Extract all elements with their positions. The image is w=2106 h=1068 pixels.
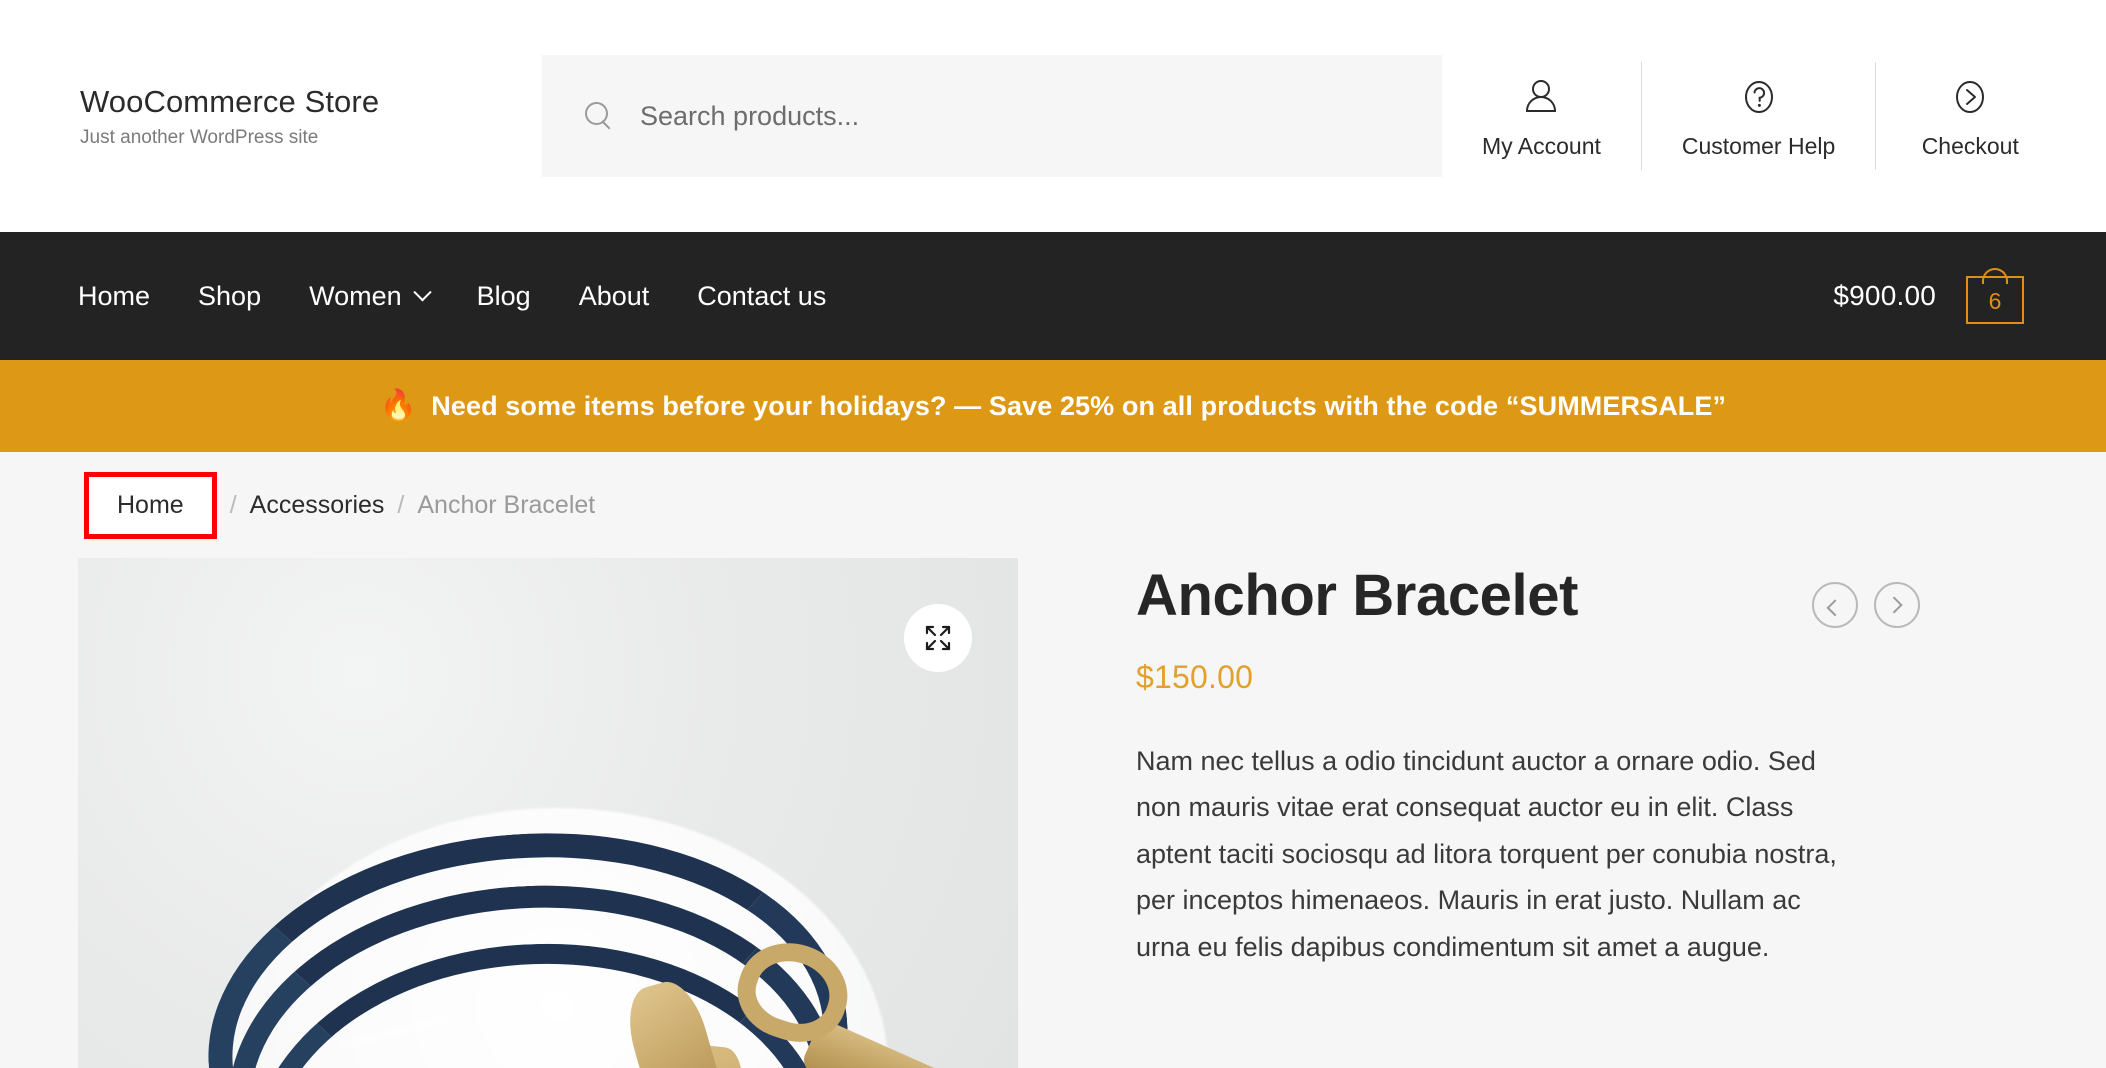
product-short-description: Nam nec tellus a odio tincidunt auctor a… bbox=[1136, 745, 1837, 962]
product-price: $150.00 bbox=[1136, 658, 1254, 695]
nav-item-women[interactable]: Women bbox=[285, 281, 453, 312]
product-gallery[interactable] bbox=[78, 558, 1018, 1068]
header-utility-nav: My Account Customer Help Checkout bbox=[1442, 57, 2064, 175]
nav-item-label: Women bbox=[309, 280, 402, 311]
cart-widget[interactable]: $900.00 6 bbox=[1833, 268, 2028, 324]
nav-item-label: About bbox=[578, 280, 650, 311]
chevron-left-circle-icon[interactable] bbox=[1812, 582, 1858, 628]
product-image[interactable] bbox=[78, 558, 1018, 1068]
product-pagination bbox=[1812, 582, 1920, 628]
chevron-right-circle-icon[interactable] bbox=[1874, 582, 1920, 628]
my-account-label: My Account bbox=[1482, 132, 1601, 159]
nav-links: Home Shop Women Blog About Contact us bbox=[78, 281, 850, 312]
user-icon bbox=[1519, 73, 1563, 121]
breadcrumb: Home / Accessories / Anchor Bracelet bbox=[78, 452, 2028, 558]
customer-help-button[interactable]: Customer Help bbox=[1642, 73, 1875, 160]
search-input[interactable] bbox=[640, 100, 1400, 132]
product-summary: Anchor Bracelet $150.00 Nam nec tellus a… bbox=[78, 558, 2028, 1068]
breadcrumb-home[interactable]: Home bbox=[117, 491, 184, 520]
question-circle-icon bbox=[1737, 73, 1781, 121]
primary-navigation: Home Shop Women Blog About Contact us $9… bbox=[0, 232, 2106, 360]
arrow-right-circle-icon bbox=[1948, 73, 1992, 121]
expand-arrows-icon[interactable] bbox=[904, 604, 972, 672]
promo-text: Need some items before your holidays? — … bbox=[431, 390, 1727, 421]
nav-item-label: Blog bbox=[476, 280, 531, 311]
chevron-left-glyph bbox=[1826, 599, 1844, 617]
nav-item-home[interactable]: Home bbox=[78, 281, 174, 312]
chevron-down-icon bbox=[412, 282, 432, 301]
bag-body: 6 bbox=[1966, 276, 2024, 324]
my-account-button[interactable]: My Account bbox=[1442, 73, 1641, 160]
fire-icon: 🔥 bbox=[379, 389, 418, 422]
site-tagline: Just another WordPress site bbox=[80, 127, 319, 149]
nav-item-contact-us[interactable]: Contact us bbox=[673, 281, 850, 312]
breadcrumb-home-highlight[interactable]: Home bbox=[84, 471, 217, 539]
shopping-bag-icon[interactable]: 6 bbox=[1966, 268, 2024, 324]
breadcrumb-accessories[interactable]: Accessories bbox=[250, 491, 385, 520]
nav-item-shop[interactable]: Shop bbox=[174, 281, 285, 312]
site-title[interactable]: WooCommerce Store bbox=[80, 83, 470, 120]
nav-item-label: Shop bbox=[198, 280, 262, 311]
product-details: Anchor Bracelet $150.00 Nam nec tellus a… bbox=[1018, 558, 2028, 1068]
breadcrumb-separator: / bbox=[397, 490, 405, 519]
site-branding[interactable]: WooCommerce Store Just another WordPress… bbox=[78, 83, 470, 149]
customer-help-label: Customer Help bbox=[1681, 132, 1836, 159]
cart-item-count: 6 bbox=[1988, 287, 2002, 314]
nav-item-label: Home bbox=[78, 280, 151, 311]
cart-total: $900.00 bbox=[1833, 280, 1936, 311]
checkout-button[interactable]: Checkout bbox=[1876, 73, 2064, 160]
checkout-label: Checkout bbox=[1921, 132, 2019, 159]
nav-item-blog[interactable]: Blog bbox=[453, 281, 555, 312]
product-search-box[interactable] bbox=[542, 55, 1442, 177]
site-header: WooCommerce Store Just another WordPress… bbox=[0, 0, 2106, 232]
main-content: Home / Accessories / Anchor Bracelet Anc… bbox=[0, 452, 2106, 1068]
chevron-right-glyph bbox=[1885, 596, 1903, 614]
nav-item-label: Contact us bbox=[697, 280, 827, 311]
search-icon bbox=[584, 101, 614, 131]
breadcrumb-separator: / bbox=[229, 490, 237, 519]
promo-inner: 🔥 Need some items before your holidays? … bbox=[380, 391, 1726, 422]
breadcrumb-current: Anchor Bracelet bbox=[417, 490, 596, 519]
promo-banner: 🔥 Need some items before your holidays? … bbox=[0, 360, 2106, 452]
nav-item-about[interactable]: About bbox=[555, 281, 674, 312]
